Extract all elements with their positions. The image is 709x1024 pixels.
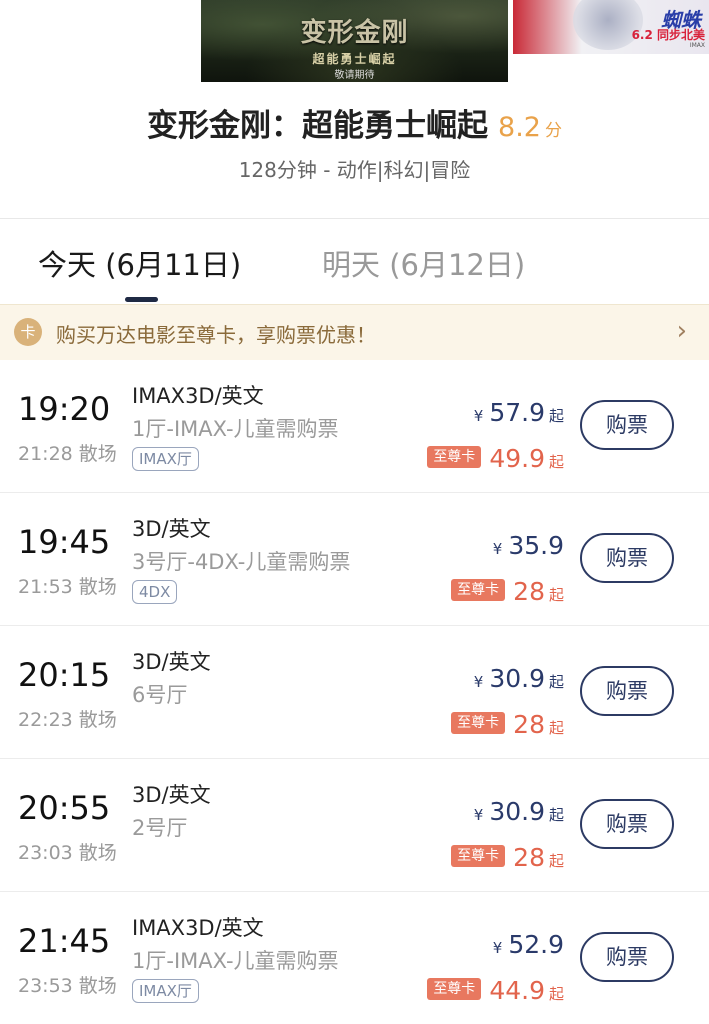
price-value: 30.9: [489, 797, 545, 826]
poster-next[interactable]: 蜘蛛 6.2 同步北美 IMAX: [513, 0, 709, 54]
end-time: 23:03 散场: [18, 842, 117, 864]
vip-price: 至尊卡 49.9 起: [427, 444, 564, 473]
start-time: 21:45: [18, 922, 111, 960]
yen-symbol: ¥: [473, 806, 484, 824]
vip-price: 至尊卡 28 起: [451, 710, 564, 739]
buy-ticket-button[interactable]: 购票: [580, 400, 674, 450]
showtime-row[interactable]: 19:45 21:53 散场 3D/英文 3号厅-4DX-儿童需购票 4DX ¥…: [0, 493, 709, 626]
vip-price-value: 49.9: [489, 444, 545, 473]
movie-header: 变形金刚：超能勇士崛起 8.2 分: [0, 100, 709, 145]
hall-name: 2号厅: [132, 816, 188, 840]
tab-tomorrow[interactable]: 明天 (6月12日): [322, 242, 525, 284]
movie-score: 8.2: [498, 112, 541, 143]
promo-text: 购买万达电影至尊卡，享购票优惠！: [56, 323, 376, 347]
poster-carousel[interactable]: 变形金刚 超能勇士崛起 敬请期待 蜘蛛 6.2 同步北美 IMAX: [0, 0, 709, 84]
card-icon: 卡: [14, 318, 42, 346]
price-value: 30.9: [489, 664, 545, 693]
yen-symbol: ¥: [492, 540, 503, 558]
chevron-right-icon: ›: [676, 316, 687, 346]
price-from-label: 起: [548, 673, 564, 691]
price-from-label: 起: [548, 806, 564, 824]
yen-symbol: ¥: [473, 673, 484, 691]
movie-score-unit: 分: [544, 121, 562, 141]
vip-price-from-label: 起: [548, 586, 564, 604]
vip-price-from-label: 起: [548, 852, 564, 870]
start-time: 20:15: [18, 656, 111, 694]
active-tab-indicator: [125, 297, 158, 302]
price-value: 35.9: [508, 531, 564, 560]
poster-next-fineprint: IMAX: [689, 42, 705, 49]
price-from-label: 起: [548, 407, 564, 425]
price-value: 57.9: [489, 398, 545, 427]
end-time: 22:23 散场: [18, 709, 117, 731]
yen-symbol: ¥: [473, 407, 484, 425]
price: ¥52.9: [493, 930, 564, 959]
vip-card-badge: 至尊卡: [451, 579, 506, 601]
hall-name: 3号厅-4DX-儿童需购票: [132, 550, 351, 574]
divider: [0, 218, 709, 219]
yen-symbol: ¥: [492, 939, 503, 957]
vip-price: 至尊卡 44.9 起: [427, 976, 564, 1005]
vip-price-value: 28: [513, 843, 545, 872]
end-time: 21:28 散场: [18, 443, 117, 465]
showtime-row[interactable]: 21:45 23:53 散场 IMAX3D/英文 1厅-IMAX-儿童需购票 I…: [0, 892, 709, 1024]
vip-price-from-label: 起: [548, 453, 564, 471]
vip-card-badge: 至尊卡: [451, 712, 506, 734]
buy-ticket-button[interactable]: 购票: [580, 533, 674, 583]
start-time: 20:55: [18, 789, 111, 827]
price: ¥35.9: [493, 531, 564, 560]
format-language: 3D/英文: [132, 517, 211, 541]
format-language: IMAX3D/英文: [132, 384, 264, 408]
format-language: IMAX3D/英文: [132, 916, 264, 940]
movie-title: 变形金刚：超能勇士崛起: [147, 108, 489, 144]
poster-title: 变形金刚: [300, 18, 409, 48]
hall-tag: IMAX厅: [132, 979, 199, 1003]
hall-name: 1厅-IMAX-儿童需购票: [132, 417, 339, 441]
poster-left-blank: [0, 0, 200, 84]
vip-price-from-label: 起: [548, 985, 564, 1003]
vip-price-value: 44.9: [489, 976, 545, 1005]
end-time: 23:53 散场: [18, 975, 117, 997]
tab-today[interactable]: 今天 (6月11日): [38, 242, 241, 284]
vip-card-badge: 至尊卡: [427, 446, 482, 468]
hall-tag: 4DX: [132, 580, 178, 604]
start-time: 19:45: [18, 523, 111, 561]
hall-name: 6号厅: [132, 683, 188, 707]
showtime-list: 19:20 21:28 散场 IMAX3D/英文 1厅-IMAX-儿童需购票 I…: [0, 360, 709, 1024]
showtime-row[interactable]: 19:20 21:28 散场 IMAX3D/英文 1厅-IMAX-儿童需购票 I…: [0, 360, 709, 493]
price: ¥30.9 起: [474, 797, 564, 826]
end-time: 21:53 散场: [18, 576, 117, 598]
vip-card-badge: 至尊卡: [427, 978, 482, 1000]
format-language: 3D/英文: [132, 783, 211, 807]
buy-ticket-button[interactable]: 购票: [580, 932, 674, 982]
hall-name: 1厅-IMAX-儿童需购票: [132, 949, 339, 973]
format-language: 3D/英文: [132, 650, 211, 674]
buy-ticket-button[interactable]: 购票: [580, 666, 674, 716]
vip-price: 至尊卡 28 起: [451, 843, 564, 872]
start-time: 19:20: [18, 390, 111, 428]
poster-subtitle: 超能勇士崛起: [312, 52, 397, 66]
vip-card-promo-banner[interactable]: 卡 购买万达电影至尊卡，享购票优惠！ ›: [0, 304, 709, 360]
hall-tag: IMAX厅: [132, 447, 199, 471]
showtime-row[interactable]: 20:55 23:03 散场 3D/英文 2号厅 ¥30.9 起 至尊卡 28 起 购…: [0, 759, 709, 892]
price: ¥30.9 起: [474, 664, 564, 693]
poster-tagline: 敬请期待: [334, 70, 375, 81]
poster-selected[interactable]: 变形金刚 超能勇士崛起 敬请期待: [201, 0, 508, 82]
poster-next-date: 6.2 同步北美: [631, 28, 705, 42]
vip-price-value: 28: [513, 577, 545, 606]
vip-price: 至尊卡 28 起: [451, 577, 564, 606]
vip-price-from-label: 起: [548, 719, 564, 737]
price-value: 52.9: [508, 930, 564, 959]
vip-price-value: 28: [513, 710, 545, 739]
movie-meta: 128分钟 - 动作|科幻|冒险: [238, 158, 471, 182]
showtime-row[interactable]: 20:15 22:23 散场 3D/英文 6号厅 ¥30.9 起 至尊卡 28 起 购…: [0, 626, 709, 759]
price: ¥57.9 起: [474, 398, 564, 427]
vip-card-badge: 至尊卡: [451, 845, 506, 867]
buy-ticket-button[interactable]: 购票: [580, 799, 674, 849]
